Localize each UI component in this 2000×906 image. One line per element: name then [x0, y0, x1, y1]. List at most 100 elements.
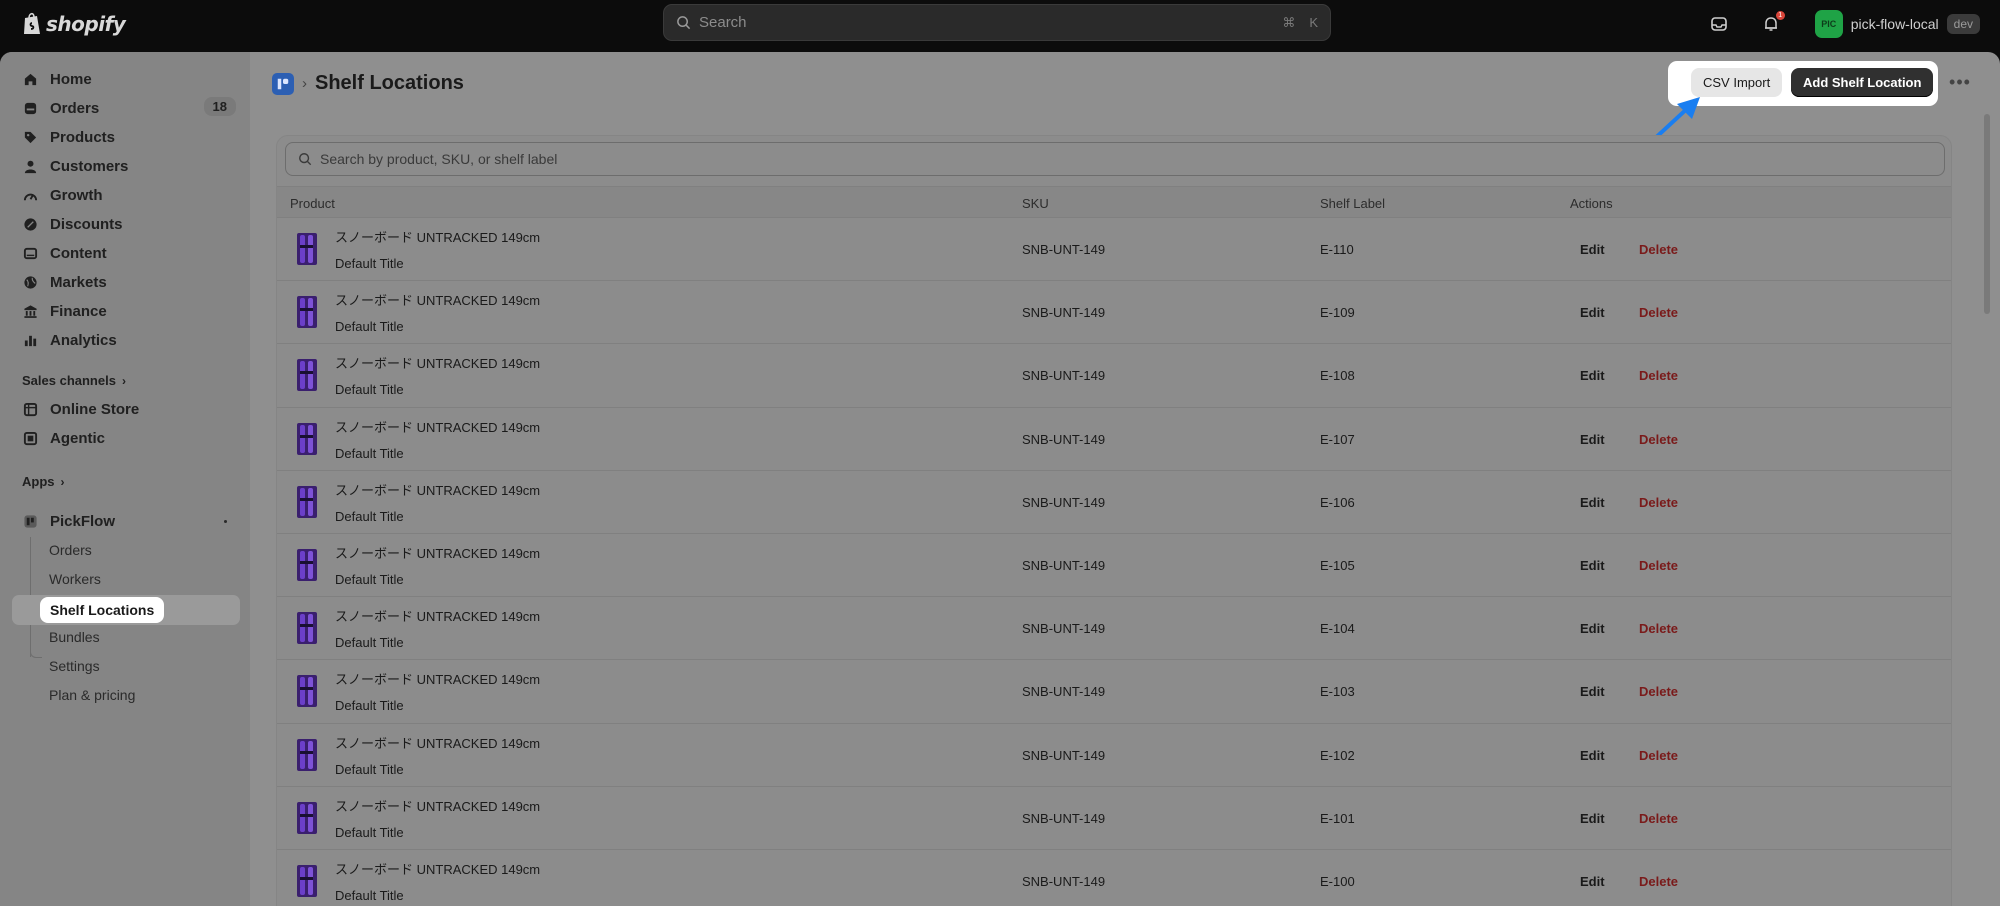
admin-frame: Home Orders 18 Products Customers Growth… — [0, 52, 2000, 906]
sales-channels-label: Sales channels — [22, 373, 116, 388]
sidebar-item-label: Customers — [50, 157, 129, 175]
delete-button[interactable]: Delete — [1639, 684, 1678, 699]
sidebar-item-agentic[interactable]: Agentic — [22, 424, 240, 452]
product-variant: Default Title — [335, 571, 404, 587]
sidebar-subitem-shelf-locations[interactable]: Shelf Locations — [40, 597, 165, 623]
sidebar-item-label: Growth — [50, 186, 103, 204]
growth-icon — [22, 187, 39, 204]
sidebar-item-label: Orders — [50, 99, 100, 117]
sidebar-item-discounts[interactable]: Discounts — [22, 210, 240, 238]
page-title: Shelf Locations — [315, 72, 464, 94]
table-row[interactable]: スノーボード UNTRACKED 149cm Default Title SNB-U… — [277, 344, 1951, 408]
sidebar-subitem-orders[interactable]: Orders — [49, 542, 92, 558]
table-search-input[interactable]: Search by product, SKU, or shelf label — [285, 142, 1945, 176]
table-row[interactable]: スノーボード UNTRACKED 149cm Default Title SNB-U… — [277, 850, 1951, 906]
sidebar-item-label: Finance — [50, 302, 107, 320]
edit-button[interactable]: Edit — [1580, 621, 1605, 636]
sidebar-item-products[interactable]: Products — [22, 123, 240, 151]
delete-button[interactable]: Delete — [1639, 748, 1678, 763]
delete-button[interactable]: Delete — [1639, 621, 1678, 636]
table-row[interactable]: スノーボード UNTRACKED 149cm Default Title SNB-U… — [277, 471, 1951, 534]
scrollbar[interactable] — [1984, 114, 1990, 314]
pickflow-app-icon[interactable] — [272, 72, 294, 95]
shortcut-key: K — [1309, 15, 1318, 30]
sidebar-item-home[interactable]: Home — [22, 65, 240, 93]
agentic-icon — [22, 430, 39, 447]
edit-button[interactable]: Edit — [1580, 874, 1605, 889]
sales-channels-header[interactable]: Sales channels › — [22, 373, 126, 388]
bell-icon[interactable]: 1 — [1759, 11, 1785, 36]
delete-button[interactable]: Delete — [1639, 305, 1678, 320]
add-shelf-location-button[interactable]: Add Shelf Location — [1791, 68, 1934, 97]
edit-button[interactable]: Edit — [1580, 432, 1605, 447]
sidebar-subitem-settings[interactable]: Settings — [49, 658, 100, 674]
product-variant: Default Title — [335, 698, 404, 714]
sidebar-subitem-bundles[interactable]: Bundles — [49, 629, 100, 645]
delete-button[interactable]: Delete — [1639, 242, 1678, 257]
table-row[interactable]: スノーボード UNTRACKED 149cm Default Title SNB-U… — [277, 281, 1951, 345]
chevron-right-icon: › — [121, 373, 126, 388]
shelf-label-cell: E-106 — [1320, 494, 1355, 510]
apps-header[interactable]: Apps › — [22, 474, 65, 489]
more-actions-button[interactable]: ••• — [1948, 70, 1972, 94]
sidebar-item-markets[interactable]: Markets — [22, 268, 240, 296]
sidebar-item-label: Markets — [50, 273, 107, 291]
delete-button[interactable]: Delete — [1639, 495, 1678, 510]
product-variant: Default Title — [335, 761, 404, 777]
product-variant: Default Title — [335, 887, 404, 903]
sidebar-item-growth[interactable]: Growth — [22, 181, 240, 209]
product-name: スノーボード UNTRACKED 149cm — [335, 609, 541, 625]
store-name[interactable]: pick-flow-local — [1851, 16, 1939, 32]
shopify-logo[interactable]: shopify — [22, 11, 126, 36]
search-placeholder: Search — [699, 14, 747, 31]
sidebar-item-online-store[interactable]: Online Store — [22, 395, 240, 423]
sku-cell: SNB-UNT-149 — [1022, 368, 1106, 384]
avatar[interactable]: PIC — [1814, 10, 1843, 38]
column-header-sku: SKU — [1022, 196, 1049, 211]
apps-label: Apps — [22, 474, 55, 489]
sidebar-item-finance[interactable]: Finance — [22, 297, 240, 325]
edit-button[interactable]: Edit — [1580, 242, 1605, 257]
sidebar-subitem-workers[interactable]: Workers — [49, 571, 101, 587]
shelf-label-cell: E-104 — [1320, 621, 1355, 637]
bank-icon — [22, 303, 39, 320]
sidebar-subitem-plan-pricing[interactable]: Plan & pricing — [49, 687, 135, 703]
delete-button[interactable]: Delete — [1639, 432, 1678, 447]
table-row[interactable]: スノーボード UNTRACKED 149cm Default Title SNB-U… — [277, 787, 1951, 850]
sidebar-item-label: Agentic — [50, 429, 106, 447]
global-search-input[interactable]: Search ⌘ K — [663, 4, 1331, 41]
sidebar-item-customers[interactable]: Customers — [22, 152, 240, 180]
edit-button[interactable]: Edit — [1580, 305, 1605, 320]
delete-button[interactable]: Delete — [1639, 874, 1678, 889]
product-name: スノーボード UNTRACKED 149cm — [335, 545, 541, 561]
home-icon — [22, 71, 39, 88]
sidebar-item-pickflow[interactable]: PickFlow — [22, 507, 240, 535]
sku-cell: SNB-UNT-149 — [1022, 305, 1106, 321]
product-variant: Default Title — [335, 824, 404, 840]
notification-badge: 1 — [1775, 11, 1785, 20]
edit-button[interactable]: Edit — [1580, 684, 1605, 699]
delete-button[interactable]: Delete — [1639, 558, 1678, 573]
edit-button[interactable]: Edit — [1580, 748, 1605, 763]
table-row[interactable]: スノーボード UNTRACKED 149cm Default Title SNB-U… — [277, 534, 1951, 598]
chevron-right-icon: › — [302, 75, 307, 92]
edit-button[interactable]: Edit — [1580, 368, 1605, 383]
delete-button[interactable]: Delete — [1639, 811, 1678, 826]
edit-button[interactable]: Edit — [1580, 495, 1605, 510]
table-row[interactable]: スノーボード UNTRACKED 149cm Default Title SNB-U… — [277, 218, 1951, 282]
table-row[interactable]: スノーボード UNTRACKED 149cm Default Title SNB-U… — [277, 597, 1951, 661]
sidebar-item-orders[interactable]: Orders 18 — [22, 94, 240, 122]
search-icon — [677, 16, 691, 30]
discount-icon — [22, 216, 39, 233]
product-name: スノーボード UNTRACKED 149cm — [335, 735, 541, 751]
sidebar-item-analytics[interactable]: Analytics — [22, 326, 240, 354]
table-row[interactable]: スノーボード UNTRACKED 149cm Default Title SNB-U… — [277, 724, 1951, 787]
inbox-icon[interactable] — [1707, 12, 1731, 36]
edit-button[interactable]: Edit — [1580, 811, 1605, 826]
edit-button[interactable]: Edit — [1580, 558, 1605, 573]
table-row[interactable]: スノーボード UNTRACKED 149cm Default Title SNB-U… — [277, 408, 1951, 471]
sku-cell: SNB-UNT-149 — [1022, 684, 1106, 700]
table-row[interactable]: スノーボード UNTRACKED 149cm Default Title SNB-U… — [277, 660, 1951, 724]
sidebar-item-content[interactable]: Content — [22, 239, 240, 267]
delete-button[interactable]: Delete — [1639, 368, 1678, 383]
